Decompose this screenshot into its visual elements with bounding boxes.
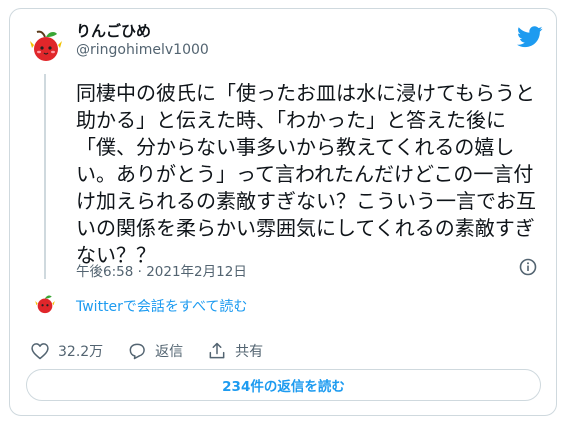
share-icon <box>209 342 225 359</box>
heart-icon <box>31 343 49 360</box>
user-handle[interactable]: @ringohimelv1000 <box>76 42 209 58</box>
avatar[interactable] <box>28 28 64 64</box>
reply-bubble-icon <box>129 343 146 360</box>
red-apple-character-icon <box>35 295 55 314</box>
like-count: 32.2万 <box>58 344 104 360</box>
read-conversation-link[interactable]: Twitterで会話をすべて読む <box>76 296 247 316</box>
small-avatar[interactable] <box>34 293 56 315</box>
share-label: 共有 <box>235 344 264 360</box>
red-apple-character-icon <box>30 30 62 61</box>
twitter-bird-icon[interactable] <box>517 26 543 48</box>
read-replies-button[interactable]: 234件の返信を読む <box>26 369 541 401</box>
tweet-text: 同棲中の彼氏に「使ったお皿は水に浸けてもらうと 助かる」と伝えた時、「わかった」… <box>76 81 536 267</box>
reply-button[interactable]: 返信 <box>127 341 183 361</box>
reply-label: 返信 <box>155 344 184 360</box>
thread-line <box>44 74 46 279</box>
display-name[interactable]: りんごひめ <box>76 20 151 41</box>
tweet-timestamp[interactable]: 午後6:58 · 2021年2月12日 <box>76 260 247 280</box>
share-button[interactable]: 共有 <box>207 341 263 361</box>
like-button[interactable]: 32.2万 <box>30 341 103 361</box>
info-icon[interactable] <box>519 258 537 276</box>
action-bar: 32.2万 返信 共有 <box>30 339 287 363</box>
